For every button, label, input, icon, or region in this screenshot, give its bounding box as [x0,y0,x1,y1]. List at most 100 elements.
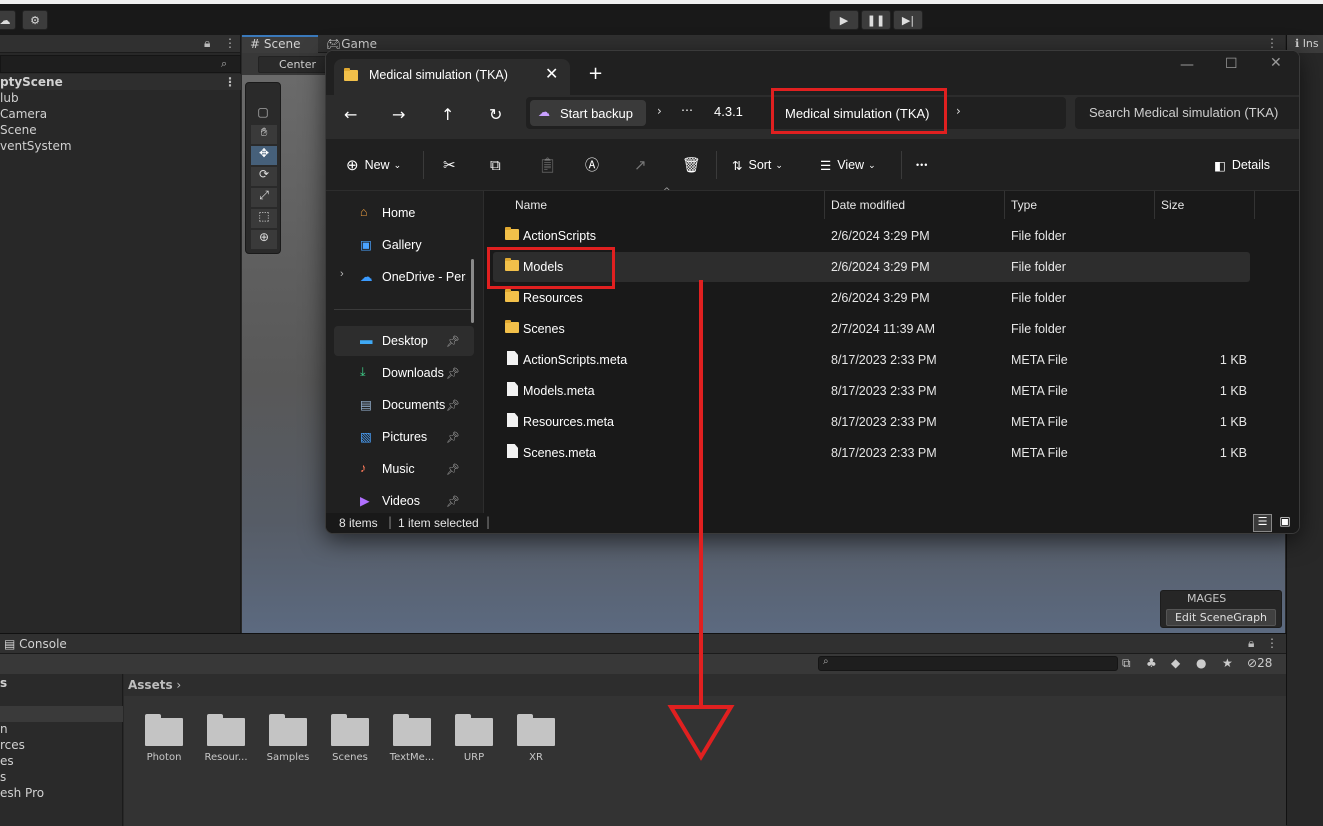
lock-icon[interactable]: 🔒︎ [1248,636,1254,651]
chevron-right-icon[interactable]: › [956,104,961,118]
lock-icon[interactable]: 🔒︎ [204,36,210,51]
pin-icon[interactable]: 📌︎ [446,495,460,508]
nav-item-downloads[interactable]: ⤓ Downloads 📌︎ [334,358,474,388]
move-tool-icon[interactable]: ✥ [251,146,277,165]
tree-item[interactable]: esh Pro [0,786,44,800]
details-view-icon[interactable]: ☰ [1253,514,1272,532]
minimize-icon[interactable]: — [1180,57,1194,73]
play-button[interactable]: ▶ [829,10,859,30]
tree-item[interactable]: s [0,676,7,690]
copy-icon[interactable]: ⧉ [490,153,501,177]
settings-icon[interactable]: ⚙ [22,10,48,30]
kebab-menu-icon[interactable]: ⋮ [1266,36,1278,50]
pin-icon[interactable]: 📌︎ [446,399,460,412]
hidden-packages-icon[interactable]: ⊘28 [1247,656,1272,670]
nav-item-desktop[interactable]: ▬ Desktop 📌︎ [334,326,474,356]
file-row[interactable]: Resources.meta 8/17/2023 2:33 PM META File… [493,407,1250,437]
tiles-view-icon[interactable]: ▣ [1276,514,1294,532]
hand-tool-icon[interactable]: ✋︎ [251,125,277,144]
asset-folder[interactable]: XR [505,714,567,763]
breadcrumb-start-backup[interactable]: ☁ Start backup [530,100,646,126]
column-size[interactable]: Size [1155,191,1255,219]
tree-item-selected[interactable] [0,706,123,722]
edit-scenegraph-button[interactable]: Edit SceneGraph [1166,609,1276,626]
pin-icon[interactable]: 📌︎ [446,367,460,380]
nav-item-videos[interactable]: ▶ Videos 📌︎ [334,486,474,516]
asset-folder[interactable]: Photon [133,714,195,763]
file-row[interactable]: Scenes.meta 8/17/2023 2:33 PM META File 1 K… [493,438,1250,468]
nav-scrollbar[interactable] [471,259,474,323]
hierarchy-item[interactable]: ventSystem [0,138,72,154]
pause-button[interactable]: ❚❚ [861,10,891,30]
view-button[interactable]: ☰ View ⌄ [820,153,876,177]
nav-item-music[interactable]: ♪ Music 📌︎ [334,454,474,484]
cloud-icon[interactable]: ☁ [0,10,16,30]
paste-icon[interactable]: 📋︎ [538,153,557,177]
view-tool-icon[interactable]: ▢ [252,105,274,123]
hierarchy-item[interactable]: Camera [0,106,72,122]
step-button[interactable]: ▶| [893,10,923,30]
rect-tool-icon[interactable]: ⬚ [251,209,277,228]
close-window-icon[interactable]: ✕ [1270,55,1282,71]
delete-icon[interactable]: 🗑︎ [682,153,701,177]
rotate-tool-icon[interactable]: ⟳ [251,167,277,186]
tree-item[interactable]: rces [0,738,25,752]
share-icon[interactable]: ↗ [634,153,647,177]
new-tab-icon[interactable]: + [588,63,603,84]
pin-icon[interactable]: 📌︎ [446,335,460,348]
nav-item-pictures[interactable]: ▧ Pictures 📌︎ [334,422,474,452]
forward-icon[interactable]: → [392,105,405,124]
scene-menu-icon[interactable]: ⋮ [224,74,236,90]
close-tab-icon[interactable]: ✕ [545,64,558,83]
more-options-button[interactable]: ••• [916,153,928,177]
search-by-type-icon[interactable]: ⧉ [1122,656,1131,671]
hierarchy-item[interactable]: Scene [0,122,72,138]
search-input[interactable]: Search Medical simulation (TKA) [1075,97,1299,129]
project-search-input[interactable]: ⌕ [818,656,1118,671]
tab-console[interactable]: ▤ Console [4,636,67,652]
label-icon[interactable]: ◆ [1171,656,1180,670]
sort-button[interactable]: ⇅ Sort ⌄ [732,153,783,177]
tree-item[interactable]: es [0,754,14,768]
breadcrumb-version[interactable]: 4.3.1 [714,104,743,119]
scale-tool-icon[interactable]: ⤢ [251,188,277,207]
nav-item-gallery[interactable]: ▣ Gallery [334,230,474,260]
explorer-tab[interactable]: Medical simulation (TKA) ✕ [334,59,570,95]
file-row[interactable]: Models.meta 8/17/2023 2:33 PM META File 1 K… [493,376,1250,406]
kebab-menu-icon[interactable]: ⋮ [1266,636,1278,650]
maximize-icon[interactable]: ☐ [1225,56,1238,72]
nav-item-onedrive[interactable]: › ☁ OneDrive - Pers [334,262,474,292]
hierarchy-search[interactable]: ⌕ [0,55,241,73]
file-row[interactable]: Scenes 2/7/2024 11:39 AM File folder [493,314,1250,344]
expand-chevron-icon[interactable]: › [340,268,344,280]
chevron-right-icon[interactable]: › [657,104,662,118]
asset-folder[interactable]: TextMe... [381,714,443,763]
tree-item[interactable]: s [0,770,6,784]
hierarchy-item[interactable]: lub [0,90,72,106]
details-button[interactable]: ◧ Details [1214,153,1270,177]
column-date[interactable]: Date modified [825,191,1005,219]
scene-root[interactable]: ptyScene ⋮ [0,74,241,90]
filter-type-icon[interactable]: ♣ [1146,656,1157,670]
breadcrumb-overflow[interactable]: ⋯ [681,103,693,117]
up-icon[interactable]: ↑ [441,105,454,124]
asset-folder[interactable]: URP [443,714,505,763]
column-type[interactable]: Type [1005,191,1155,219]
asset-folder[interactable]: Scenes [319,714,381,763]
transform-tool-icon[interactable]: ⊕ [251,230,277,249]
pin-icon[interactable]: 📌︎ [446,463,460,476]
pin-icon[interactable]: 📌︎ [446,431,460,444]
tab-scene[interactable]: # Scene [242,35,318,53]
pivot-dropdown[interactable]: Center [258,56,328,73]
cut-icon[interactable]: ✂ [443,153,456,177]
breadcrumb-assets[interactable]: Assets [128,678,173,692]
refresh-icon[interactable]: ↻ [489,105,502,124]
file-row[interactable]: ActionScripts.meta 8/17/2023 2:33 PM META … [493,345,1250,375]
new-button[interactable]: ⊕ New ⌄ [346,153,401,177]
back-icon[interactable]: ← [344,105,357,124]
kebab-menu-icon[interactable]: ⋮ [224,36,236,50]
favorite-icon[interactable]: ★ [1222,656,1233,670]
nav-item-home[interactable]: ⌂ Home [334,198,474,228]
column-name[interactable]: Name [509,191,825,219]
asset-folder[interactable]: Samples [257,714,319,763]
